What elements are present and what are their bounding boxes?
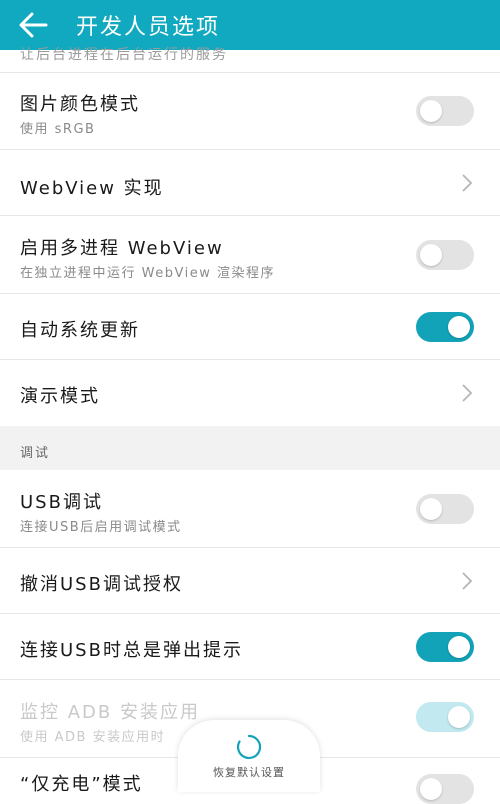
setting-demo-mode[interactable]: 演示模式 [0, 360, 500, 426]
page-title: 开发人员选项 [76, 15, 221, 40]
auto-system-update-toggle[interactable] [416, 312, 474, 342]
section-header-debug: 调试 [0, 426, 500, 470]
toggle-knob [448, 636, 470, 658]
chevron-right-icon [462, 572, 473, 590]
setting-auto-system-update[interactable]: 自动系统更新 [0, 294, 500, 360]
chevron-right-icon [462, 174, 473, 192]
clipped-setting-subtitle: 让后台进程在后台运行的服务 [20, 47, 228, 63]
toggle-knob [420, 498, 442, 520]
setting-label: 监控 ADB 安装应用 [20, 702, 200, 723]
picture-color-mode-toggle[interactable] [416, 96, 474, 126]
restore-defaults-button[interactable]: 恢复默认设置 [178, 720, 320, 792]
setting-multiprocess-webview[interactable]: 启用多进程 WebView 在独立进程中运行 WebView 渲染程序 [0, 216, 500, 294]
setting-picture-color-mode[interactable]: 图片颜色模式 使用 sRGB [0, 72, 500, 150]
toggle-knob [420, 778, 442, 800]
multiprocess-webview-toggle[interactable] [416, 240, 474, 270]
setting-subtitle: 使用 sRGB [20, 122, 96, 137]
usb-debugging-toggle[interactable] [416, 494, 474, 524]
toggle-knob [420, 244, 442, 266]
setting-subtitle: 连接USB后启用调试模式 [20, 520, 182, 535]
verify-adb-apps-toggle [416, 702, 474, 732]
setting-label: 演示模式 [20, 386, 100, 407]
app-bar: 开发人员选项 [0, 0, 500, 50]
setting-usb-debugging[interactable]: USB调试 连接USB后启用调试模式 [0, 470, 500, 548]
refresh-icon [236, 734, 262, 760]
setting-label: WebView 实现 [20, 178, 164, 199]
setting-label: 撤消USB调试授权 [20, 574, 183, 595]
toggle-knob [448, 316, 470, 338]
setting-label: 连接USB时总是弹出提示 [20, 640, 243, 661]
usb-connect-prompt-toggle[interactable] [416, 632, 474, 662]
chevron-right-icon [462, 384, 473, 402]
arrow-left-icon[interactable] [16, 8, 52, 42]
setting-usb-connect-prompt[interactable]: 连接USB时总是弹出提示 [0, 614, 500, 680]
setting-subtitle: 在独立进程中运行 WebView 渲染程序 [20, 266, 275, 281]
setting-revoke-usb-auth[interactable]: 撤消USB调试授权 [0, 548, 500, 614]
setting-label: USB调试 [20, 492, 103, 513]
setting-label-partial: “仅充电”模式 [20, 774, 143, 795]
toggle-knob [448, 706, 470, 728]
setting-webview-implementation[interactable]: WebView 实现 [0, 150, 500, 216]
restore-defaults-label: 恢复默认设置 [213, 766, 285, 779]
section-title: 调试 [20, 446, 51, 461]
setting-label: 启用多进程 WebView [20, 238, 224, 259]
toggle-knob [420, 100, 442, 122]
setting-subtitle: 使用 ADB 安装应用时 [20, 730, 166, 745]
setting-label: 图片颜色模式 [20, 94, 140, 115]
setting-label: 自动系统更新 [20, 320, 140, 341]
charge-only-toggle[interactable] [416, 774, 474, 804]
